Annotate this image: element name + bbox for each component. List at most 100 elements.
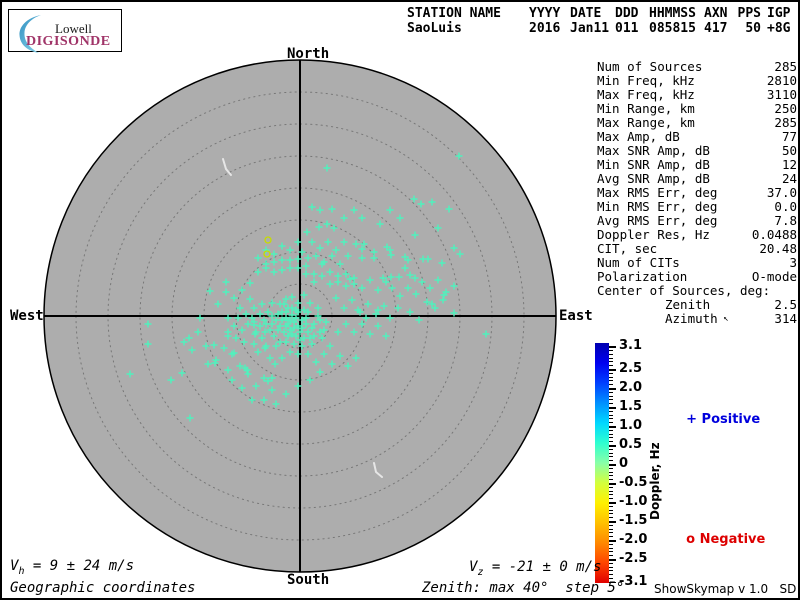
colorbar-minor-tick (609, 391, 613, 393)
horizontal-velocity-readout: Vh = 9 ± 24 m/s (10, 558, 135, 577)
colorbar-minor-tick (609, 452, 613, 454)
colorbar-tick-label: -1.0 (619, 494, 648, 509)
east-label: East (559, 308, 593, 324)
colorbar-tick-label: 1.5 (619, 399, 643, 414)
coordinate-system-label: Geographic coordinates (10, 580, 196, 596)
colorbar-minor-tick (609, 357, 613, 359)
colorbar-major-tick (609, 445, 616, 447)
colorbar-minor-tick (609, 517, 613, 519)
colorbar-tick-label: -2.0 (619, 532, 648, 547)
plus-marker-icon: + (686, 412, 698, 427)
colorbar-minor-tick (609, 555, 613, 557)
colorbar-minor-tick (609, 509, 613, 511)
colorbar-minor-tick (609, 505, 613, 507)
colorbar-major-tick (609, 407, 616, 409)
colorbar-minor-tick (609, 441, 613, 443)
header-col-station-name: STATION NAME SaoLuis (407, 6, 501, 36)
colorbar-major-tick (609, 502, 616, 504)
colorbar-minor-tick (609, 380, 613, 382)
header-col-ddd: DDD 011 (615, 6, 639, 36)
north-label: North (287, 46, 330, 62)
colorbar-minor-tick (609, 574, 613, 576)
header-col-hhmmss: HHMMSS 085815 (649, 6, 696, 36)
center-of-sources-header: Center of Sources, deg: (597, 283, 771, 298)
stat-row: Max Range, km 285 (597, 115, 797, 130)
colorbar-minor-tick (609, 475, 613, 477)
colorbar-minor-tick (609, 361, 613, 363)
stat-row: Min Range, km 250 (597, 101, 797, 116)
colorbar-minor-tick (609, 460, 613, 462)
colorbar-minor-tick (609, 513, 613, 515)
colorbar-minor-tick (609, 403, 613, 405)
colorbar-minor-tick (609, 471, 613, 473)
colorbar-minor-tick (609, 414, 613, 416)
stat-row: CIT, sec 20.48 (597, 241, 797, 256)
colorbar-minor-tick (609, 365, 613, 367)
colorbar-minor-tick (609, 384, 613, 386)
colorbar-minor-tick (609, 498, 613, 500)
colorbar-minor-tick (609, 547, 613, 549)
negative-label: Negative (699, 532, 766, 547)
stat-row: Num of Sources 285 (597, 59, 797, 74)
colorbar-minor-tick (609, 486, 613, 488)
station-header: STATION NAME SaoLuis YYYY 2016 DATE Jan11 DDD 0… (2, 6, 798, 38)
colorbar-minor-tick (609, 350, 613, 351)
colorbar-tick-label: -0.5 (619, 475, 648, 490)
colorbar-major-tick (609, 346, 616, 348)
stat-row: Polarization O-mode (597, 269, 797, 284)
colorbar-minor-tick (609, 372, 613, 374)
colorbar-major-tick (609, 388, 616, 390)
negative-doppler-legend: o Negative (668, 517, 765, 562)
west-label: West (10, 308, 44, 324)
colorbar-minor-tick (609, 524, 613, 526)
colorbar-tick-label: 2.0 (619, 380, 643, 395)
colorbar-tick-label: -2.5 (619, 551, 648, 566)
colorbar-minor-tick (609, 479, 613, 481)
colorbar-minor-tick (609, 410, 613, 412)
colorbar-minor-tick (609, 422, 613, 424)
stat-row: Max Amp, dB 77 (597, 129, 797, 144)
colorbar-axis-title: Doppler, Hz (648, 442, 662, 520)
stat-row: Num of CITs 3 (597, 255, 797, 270)
stat-row: Min Freq, kHz 2810 (597, 73, 797, 88)
colorbar-major-tick (609, 464, 616, 466)
positive-label: Positive (701, 412, 761, 427)
colorbar-major-tick (609, 521, 616, 523)
colorbar-minor-tick (609, 543, 613, 545)
stat-row: Min SNR Amp, dB 12 (597, 157, 797, 172)
colorbar-minor-tick (609, 456, 613, 458)
stat-row: Zenith 2.5 (665, 297, 797, 312)
colorbar-minor-tick (609, 448, 613, 450)
colorbar-minor-tick (609, 570, 613, 572)
stat-row: Azimuth ↖ 314 (665, 311, 797, 326)
colorbar-minor-tick (609, 418, 613, 420)
stat-row: Max Freq, kHz 3110 (597, 87, 797, 102)
doppler-colorbar (595, 343, 609, 583)
colorbar-minor-tick (609, 353, 613, 355)
colorbar-minor-tick (609, 376, 613, 378)
colorbar-minor-tick (609, 494, 613, 496)
header-col-date: DATE Jan11 (570, 6, 610, 36)
colorbar-major-tick (609, 559, 616, 561)
showskymap-window: Lowell DIGISONDE STATION NAME SaoLuis YYYY… (0, 0, 800, 600)
header-col-yyyy: YYYY 2016 (529, 6, 561, 36)
colorbar-tick-label: 0 (619, 456, 629, 471)
colorbar-minor-tick (609, 395, 613, 397)
header-col-igp: IGP +8G (767, 6, 791, 36)
colorbar-major-tick (609, 483, 616, 485)
vertical-velocity-readout: Vz = -21 ± 0 m/s (469, 559, 602, 578)
colorbar-minor-tick (609, 551, 613, 553)
colorbar-minor-tick (609, 562, 613, 564)
measurement-stats-panel: Num of Sources 285 Min Freq, kHz 2810 Max Fr… (597, 60, 797, 326)
colorbar-minor-tick (609, 528, 613, 530)
header-col-axn: AXN 417 (704, 6, 728, 36)
azimuth-direction-arrow-icon: ↖ (717, 314, 729, 324)
colorbar-minor-tick (609, 566, 613, 568)
colorbar-tick-label: 1.0 (619, 418, 643, 433)
colorbar-major-tick (609, 540, 616, 542)
colorbar-tick-label: 3.1 (619, 338, 643, 354)
colorbar-minor-tick (609, 433, 613, 435)
colorbar-minor-tick (609, 536, 613, 538)
program-version-label: ShowSkymap v 1.0 SD v 5.1 (654, 582, 797, 596)
colorbar-minor-tick (609, 532, 613, 534)
